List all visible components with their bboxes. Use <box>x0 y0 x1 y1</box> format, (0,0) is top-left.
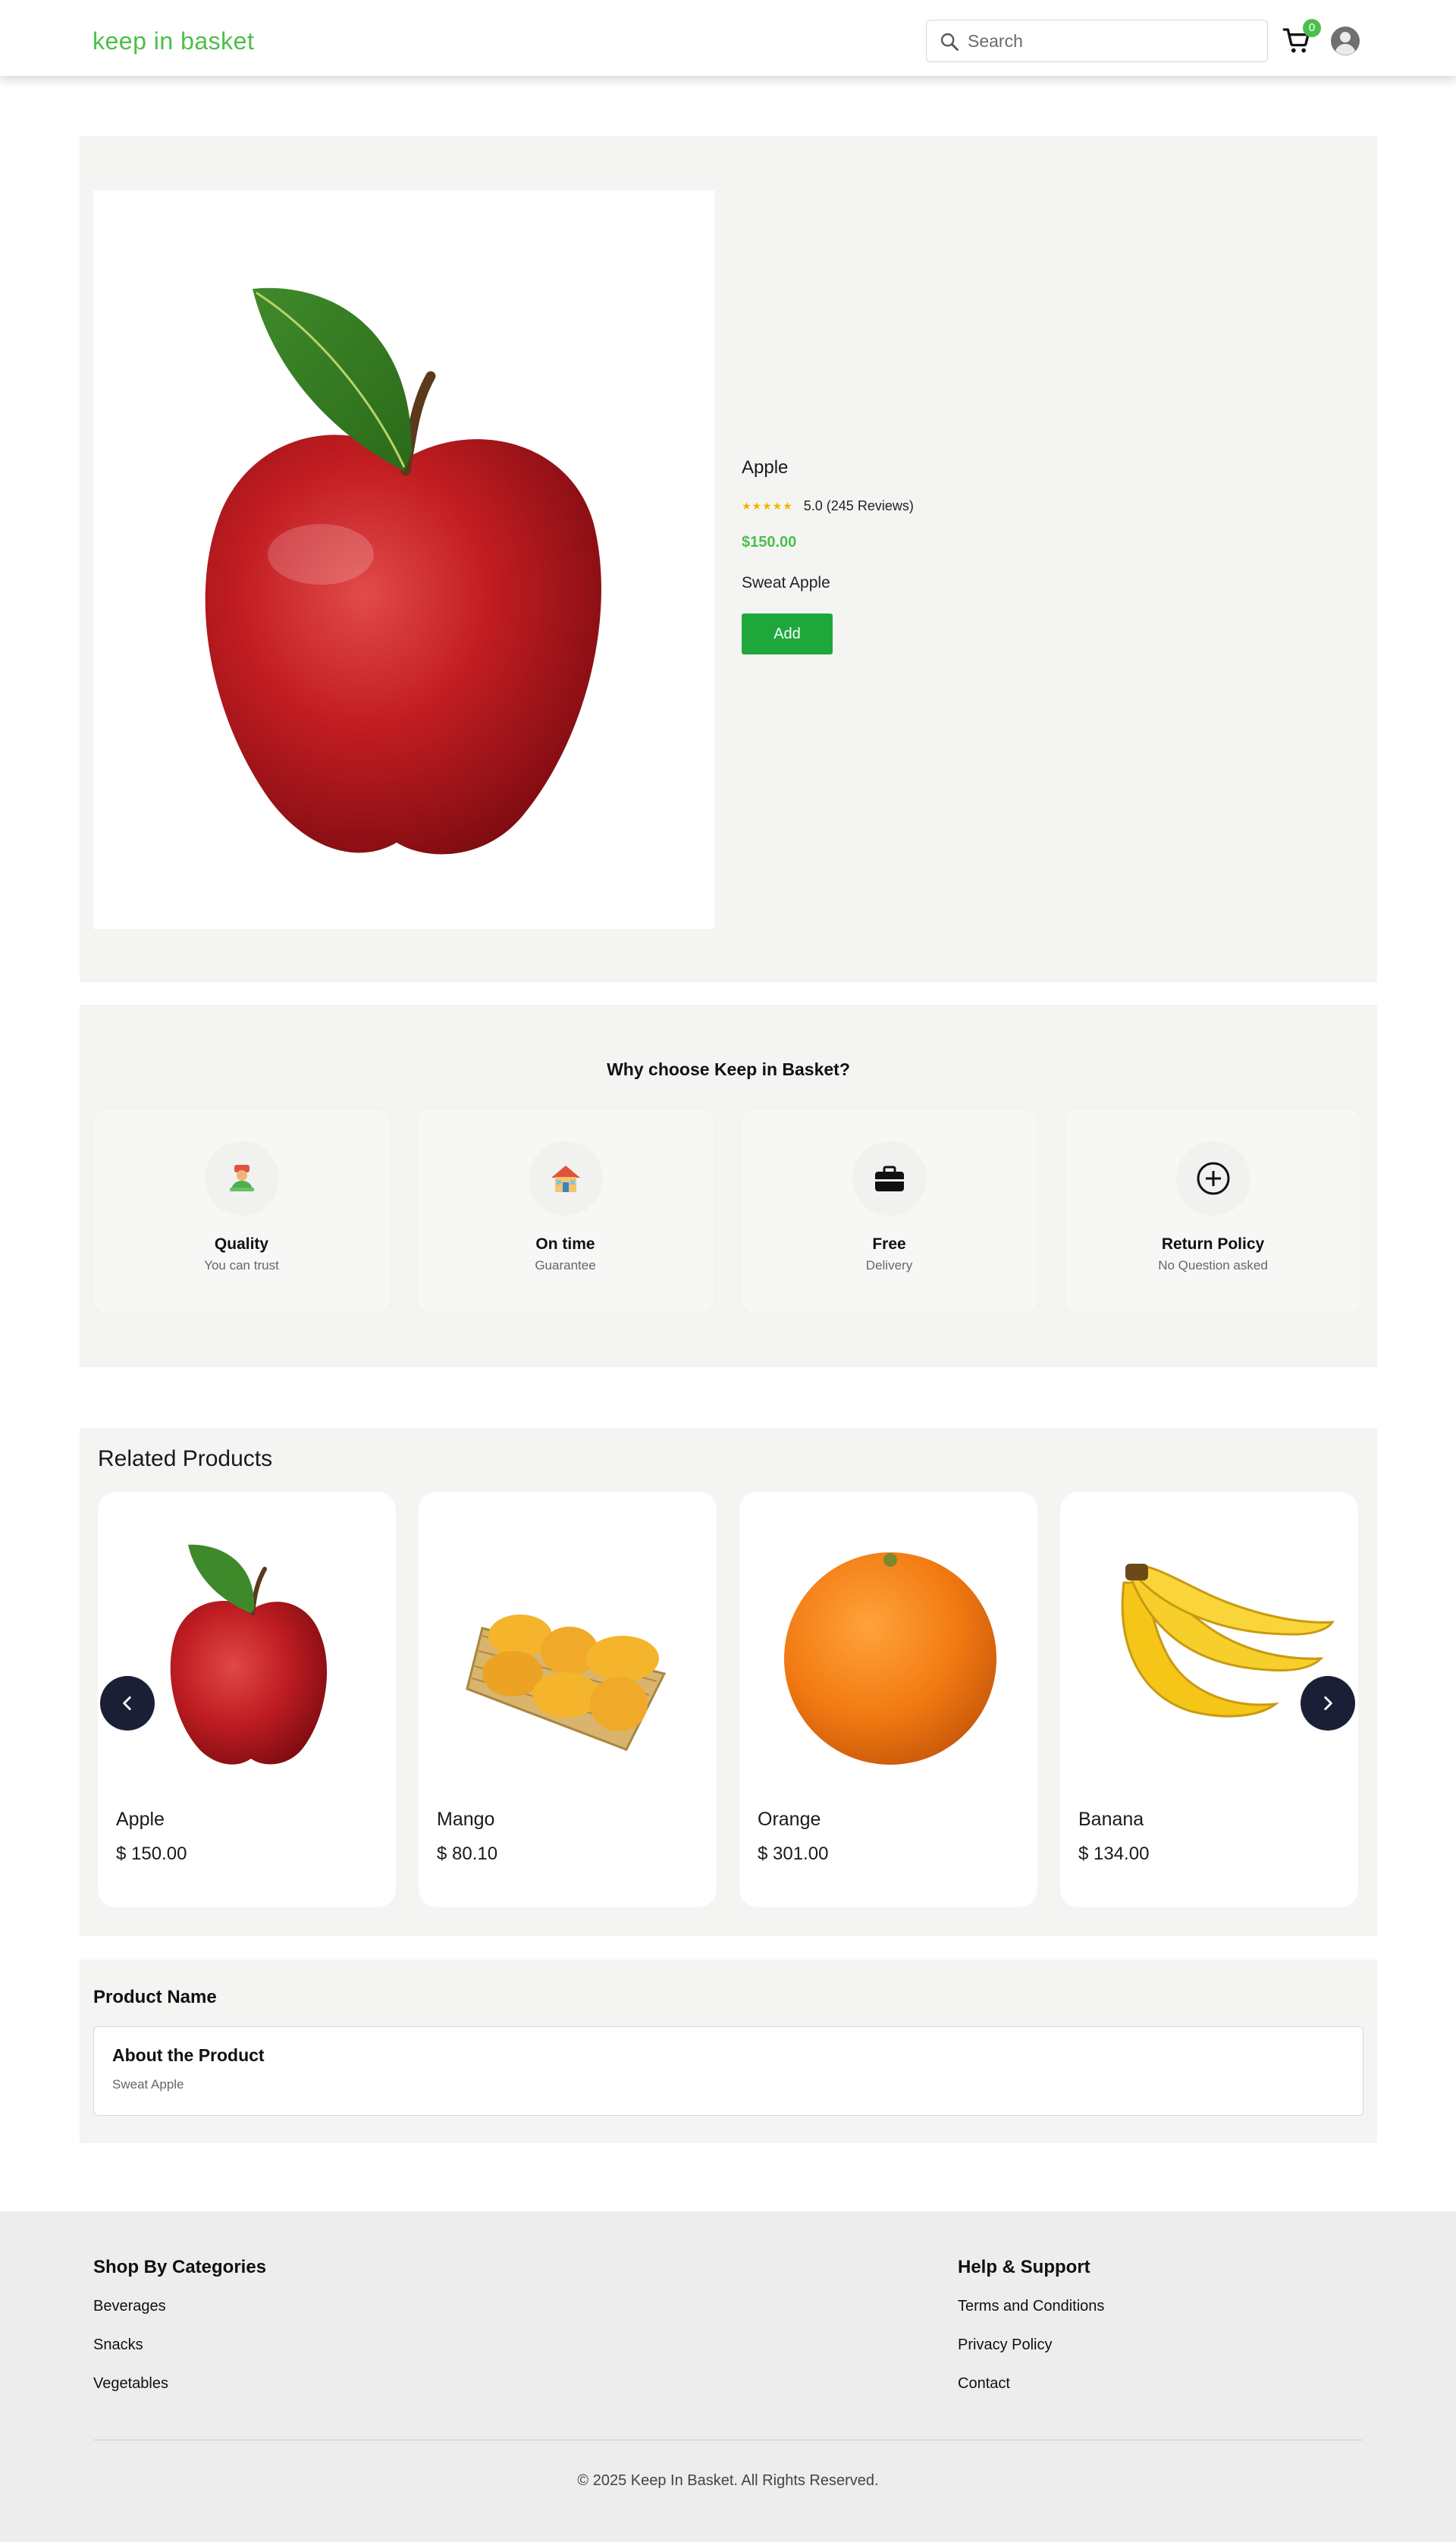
feature-title: On time <box>535 1235 595 1253</box>
product-card-price: $ 301.00 <box>758 1844 829 1864</box>
feature-card-on-time: On time Guarantee <box>417 1109 714 1313</box>
chevron-right-icon <box>1324 1696 1332 1710</box>
rating-stars-icon: ★★★★★ <box>742 500 793 512</box>
product-name: Apple <box>742 457 789 478</box>
product-card-name: Mango <box>437 1809 495 1830</box>
feature-title: Free <box>872 1235 906 1253</box>
product-card-mango[interactable]: Mango $ 80.10 <box>419 1492 717 1907</box>
feature-title: Quality <box>214 1235 269 1253</box>
product-price: $150.00 <box>742 534 797 551</box>
product-card-orange[interactable]: Orange $ 301.00 <box>739 1492 1037 1907</box>
cart-count-badge: 0 <box>1303 19 1321 37</box>
footer-link-contact[interactable]: Contact <box>958 2375 1104 2393</box>
feature-card-return-policy: Return Policy No Question asked <box>1065 1109 1361 1313</box>
product-detail-section: Apple ★★★★★ 5.0 (245 Reviews) $150.00 Sw… <box>80 136 1377 982</box>
why-choose-section: Why choose Keep in Basket? Quality You c… <box>80 1005 1377 1367</box>
product-rating: ★★★★★ 5.0 (245 Reviews) <box>742 498 914 514</box>
logo[interactable]: keep in basket <box>93 27 254 55</box>
footer-link-privacy[interactable]: Privacy Policy <box>958 2336 1104 2354</box>
search-input[interactable] <box>968 28 1256 54</box>
footer-categories: Shop By Categories Beverages Snacks Vege… <box>93 2257 266 2414</box>
footer-help-title: Help & Support <box>958 2257 1090 2277</box>
apple-image <box>170 1544 328 1765</box>
about-product-text: Sweat Apple <box>112 2077 184 2092</box>
feature-title: Return Policy <box>1161 1235 1265 1253</box>
product-name-heading: Product Name <box>93 1987 217 2007</box>
feature-subtitle: Delivery <box>865 1258 913 1273</box>
product-card-price: $ 150.00 <box>116 1844 187 1864</box>
rating-text: 5.0 (245 Reviews) <box>803 498 914 513</box>
quality-icon <box>205 1141 279 1216</box>
footer: Shop By Categories Beverages Snacks Vege… <box>0 2211 1456 2542</box>
product-card-price: $ 134.00 <box>1078 1844 1150 1864</box>
product-about-section: Product Name About the Product Sweat App… <box>80 1960 1377 2143</box>
product-card-name: Orange <box>758 1809 821 1830</box>
product-card-price: $ 80.10 <box>437 1844 498 1864</box>
about-product-title: About the Product <box>112 2045 265 2065</box>
footer-link-snacks[interactable]: Snacks <box>93 2336 266 2354</box>
footer-link-vegetables[interactable]: Vegetables <box>93 2375 266 2393</box>
user-avatar-icon[interactable] <box>1330 26 1360 56</box>
related-products-section: Related Products Apple $ 150.00 Mango $ … <box>80 1428 1377 1936</box>
footer-categories-title: Shop By Categories <box>93 2257 267 2277</box>
product-card-name: Apple <box>116 1809 165 1830</box>
plus-circle-icon <box>1176 1141 1250 1216</box>
product-card-name: Banana <box>1078 1809 1144 1830</box>
copyright: © 2025 Keep In Basket. All Rights Reserv… <box>577 2472 879 2489</box>
briefcase-icon <box>852 1141 927 1216</box>
banana-image <box>1121 1564 1335 1718</box>
add-to-cart-button[interactable]: Add <box>742 614 833 654</box>
why-choose-title: Why choose Keep in Basket? <box>607 1059 850 1079</box>
mango-image <box>466 1615 667 1751</box>
carousel-next-button[interactable] <box>1301 1676 1355 1731</box>
carousel-prev-button[interactable] <box>100 1676 155 1731</box>
apple-image <box>205 287 601 855</box>
house-icon <box>529 1141 603 1216</box>
product-image <box>93 190 714 929</box>
orange-image <box>784 1552 996 1765</box>
related-products-title: Related Products <box>98 1446 273 1471</box>
feature-subtitle: You can trust <box>204 1258 279 1273</box>
footer-link-beverages[interactable]: Beverages <box>93 2298 266 2315</box>
footer-help: Help & Support Terms and Conditions Priv… <box>958 2257 1104 2414</box>
feature-subtitle: Guarantee <box>535 1258 596 1273</box>
about-product-box: About the Product Sweat Apple <box>93 2026 1363 2116</box>
feature-card-quality: Quality You can trust <box>93 1109 390 1313</box>
feature-card-free-delivery: Free Delivery <box>741 1109 1037 1313</box>
header: keep in basket 0 <box>0 0 1456 76</box>
product-info: Apple ★★★★★ 5.0 (245 Reviews) $150.00 Sw… <box>742 457 914 654</box>
search-bar[interactable] <box>926 20 1268 62</box>
feature-subtitle: No Question asked <box>1158 1258 1268 1273</box>
search-icon <box>940 33 959 51</box>
product-description: Sweat Apple <box>742 574 830 592</box>
footer-link-terms[interactable]: Terms and Conditions <box>958 2298 1104 2315</box>
chevron-left-icon <box>123 1696 131 1710</box>
